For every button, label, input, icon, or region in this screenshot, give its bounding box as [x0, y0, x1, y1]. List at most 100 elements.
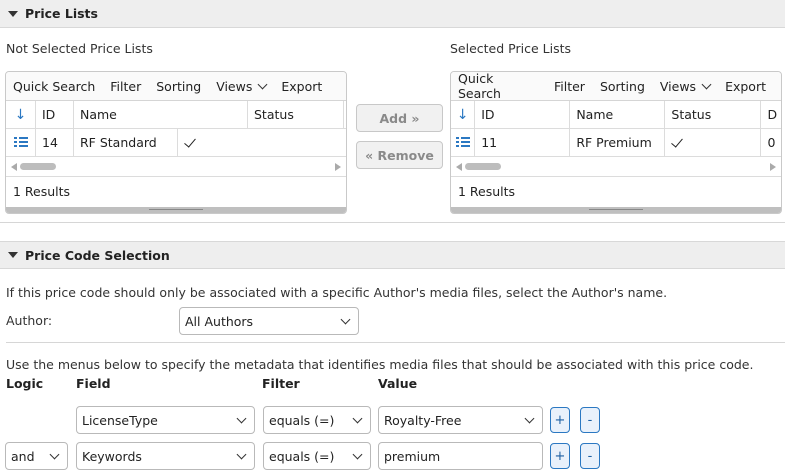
list-icon — [13, 137, 28, 148]
table-row[interactable]: 14 RF Standard — [6, 129, 346, 157]
value-column-header: Value — [378, 376, 418, 391]
row-menu[interactable] — [6, 129, 36, 156]
filter-column-header: Filter — [262, 376, 300, 391]
author-select[interactable]: All Authors — [179, 307, 359, 335]
column-header-status[interactable]: Status — [248, 101, 344, 128]
chevron-down-icon — [352, 413, 363, 424]
remove-rule-button[interactable]: - — [580, 443, 600, 469]
scrollbar-thumb[interactable] — [20, 163, 56, 170]
export-button[interactable]: Export — [281, 79, 322, 94]
add-button[interactable]: Add » — [356, 104, 443, 132]
chevron-down-icon — [352, 449, 363, 460]
section-title: Price Code Selection — [25, 247, 170, 263]
field-select-value: LicenseType — [82, 412, 158, 428]
section-divider — [0, 222, 785, 223]
table-row[interactable]: 11 RF Premium 0 — [451, 129, 781, 157]
author-select-value: All Authors — [185, 313, 254, 329]
list-icon — [455, 137, 470, 148]
grid-resize-handle[interactable] — [6, 207, 346, 213]
chevron-down-icon — [236, 413, 247, 424]
grid-header-row: ↓ ID Name Status — [6, 101, 346, 129]
column-header-name[interactable]: Name — [570, 101, 666, 128]
chevron-down-icon — [701, 79, 712, 89]
quick-search-button[interactable]: Quick Search — [458, 72, 539, 101]
price-lists-header[interactable]: Price Lists — [0, 0, 785, 28]
field-select-value: Keywords — [82, 448, 142, 464]
remove-rule-button[interactable]: - — [580, 407, 600, 433]
cell-name: RF Premium — [570, 129, 666, 156]
filter-select[interactable]: equals (=) — [263, 442, 371, 470]
sorting-button[interactable]: Sorting — [156, 79, 201, 94]
grid-toolbar: Quick Search Filter Sorting Views Export — [451, 72, 781, 101]
filter-button[interactable]: Filter — [110, 79, 141, 94]
add-rule-button[interactable]: + — [550, 443, 570, 469]
logic-column-header: Logic — [6, 376, 44, 391]
selected-label: Selected Price Lists — [450, 41, 571, 56]
checkmark-icon — [671, 134, 684, 148]
filter-select-value: equals (=) — [269, 448, 335, 464]
sorting-button[interactable]: Sorting — [600, 79, 645, 94]
sort-arrow-icon: ↓ — [14, 106, 27, 123]
checkmark-icon — [184, 134, 196, 148]
value-input[interactable]: premium — [378, 442, 543, 470]
views-button[interactable]: Views — [216, 78, 268, 94]
cell-name: RF Standard — [74, 129, 178, 156]
field-select[interactable]: Keywords — [76, 442, 255, 470]
scroll-right-icon[interactable] — [770, 163, 776, 171]
value-select[interactable]: Royalty-Free — [378, 406, 543, 434]
cell-status — [665, 129, 762, 156]
results-count: 1 Results — [13, 183, 71, 199]
horizontal-scrollbar[interactable] — [6, 157, 346, 177]
scroll-left-icon[interactable] — [11, 163, 17, 171]
chevron-down-icon — [524, 413, 535, 424]
grip-icon — [149, 209, 203, 210]
not-selected-label: Not Selected Price Lists — [6, 41, 153, 56]
cell-id: 11 — [475, 129, 571, 156]
metadata-help-text: Use the menus below to specify the metad… — [6, 357, 754, 372]
results-count: 1 Results — [458, 183, 516, 199]
price-code-header[interactable]: Price Code Selection — [0, 241, 785, 269]
author-help-text: If this price code should only be associ… — [6, 285, 668, 300]
views-button[interactable]: Views — [659, 78, 712, 94]
scroll-left-icon[interactable] — [456, 163, 462, 171]
column-header-name[interactable]: Name — [74, 101, 248, 128]
collapse-caret-icon[interactable] — [8, 10, 18, 17]
sort-column[interactable]: ↓ — [451, 101, 476, 128]
grid-resize-handle[interactable] — [451, 207, 781, 213]
cell-extra: 0 — [767, 135, 776, 150]
column-header-d[interactable]: D — [761, 101, 781, 128]
field-select[interactable]: LicenseType — [76, 406, 255, 434]
row-menu[interactable] — [451, 129, 476, 156]
grid-header-row: ↓ ID Name Status D — [451, 101, 781, 129]
cell-id: 14 — [36, 129, 74, 156]
grid-toolbar: Quick Search Filter Sorting Views Export — [6, 72, 346, 101]
filter-select-value: equals (=) — [269, 412, 335, 428]
filter-select[interactable]: equals (=) — [263, 406, 371, 434]
column-header-id[interactable]: ID — [36, 101, 74, 128]
column-header-status[interactable]: Status — [665, 101, 762, 128]
add-rule-button[interactable]: + — [550, 407, 570, 433]
cell-status — [178, 129, 344, 156]
quick-search-button[interactable]: Quick Search — [13, 79, 95, 94]
logic-select[interactable]: and — [5, 442, 68, 470]
field-column-header: Field — [76, 376, 111, 391]
logic-select-value: and — [11, 448, 35, 464]
filter-button[interactable]: Filter — [554, 79, 585, 94]
sort-column[interactable]: ↓ — [6, 101, 36, 128]
views-label: Views — [659, 78, 697, 94]
collapse-caret-icon[interactable] — [8, 252, 18, 258]
column-header-id[interactable]: ID — [475, 101, 571, 128]
divider — [6, 342, 785, 343]
chevron-down-icon — [257, 79, 268, 89]
author-label: Author: — [6, 313, 53, 328]
chevron-down-icon — [49, 449, 60, 460]
scroll-right-icon[interactable] — [335, 163, 341, 171]
remove-button[interactable]: « Remove — [356, 141, 443, 169]
scrollbar-thumb[interactable] — [465, 163, 501, 170]
sort-arrow-icon: ↓ — [456, 106, 469, 123]
export-button[interactable]: Export — [725, 79, 766, 94]
horizontal-scrollbar[interactable] — [451, 157, 781, 177]
views-label: Views — [216, 78, 253, 94]
value-select-value: Royalty-Free — [384, 412, 462, 428]
selected-grid: Quick Search Filter Sorting Views Export… — [450, 71, 782, 214]
